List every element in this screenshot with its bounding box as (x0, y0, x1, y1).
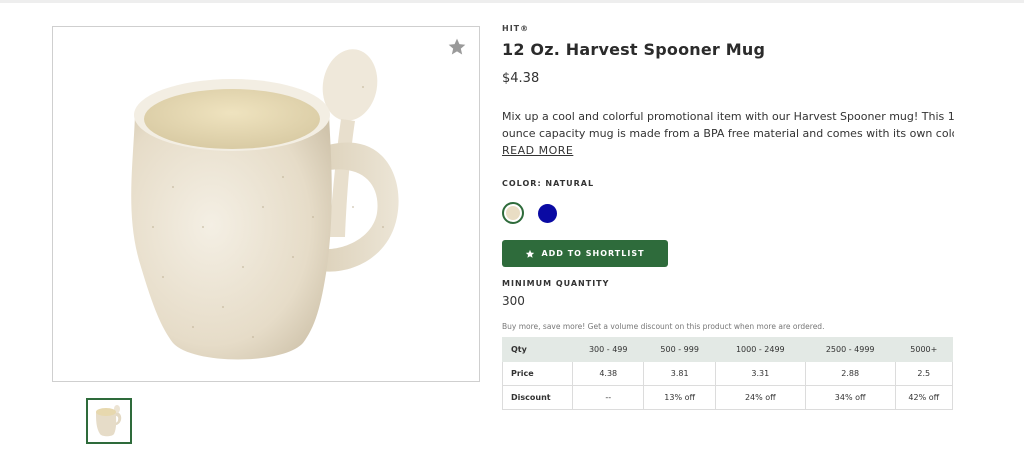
pricing-row-price: Price 4.38 3.81 3.31 2.88 2.5 (502, 361, 954, 386)
product-main-image[interactable] (52, 26, 480, 382)
pricing-row-discount: Discount -- 13% off 24% off 34% off 42% … (502, 385, 954, 410)
discount-cell: 13% off (643, 385, 716, 410)
top-divider (0, 0, 1024, 3)
pricing-row-qty: Qty 300 - 499 500 - 999 1000 - 2499 2500… (502, 337, 954, 362)
product-info-panel: HIT® 12 Oz. Harvest Spooner Mug $4.38 Mi… (502, 24, 954, 410)
price-cell: 3.81 (643, 361, 716, 386)
description-line: ounce capacity mug is made from a BPA fr… (502, 127, 954, 140)
color-label: COLOR: NATURAL (502, 179, 595, 188)
color-swatch-blue[interactable] (538, 204, 557, 223)
price-cell: 2.5 (894, 361, 954, 386)
discount-cell: 24% off (714, 385, 806, 410)
qty-cell: 2500 - 4999 (804, 337, 896, 362)
product-description: Mix up a cool and colorful promotional i… (502, 108, 954, 159)
pricing-row-header: Price (502, 361, 573, 386)
mug-illustration (131, 49, 399, 360)
discount-cell: -- (571, 385, 645, 410)
read-more-link[interactable]: READ MORE (502, 142, 573, 159)
volume-discount-note: Buy more, save more! Get a volume discou… (502, 322, 825, 331)
qty-cell: 1000 - 2499 (714, 337, 806, 362)
product-brand: HIT® (502, 24, 530, 33)
discount-cell: 42% off (894, 385, 954, 410)
star-icon (448, 38, 466, 55)
pricing-row-header: Qty (502, 337, 573, 362)
minimum-quantity-label: MINIMUM QUANTITY (502, 279, 610, 288)
add-to-shortlist-label: ADD TO SHORTLIST (541, 249, 645, 258)
description-line: Mix up a cool and colorful promotional i… (502, 110, 954, 123)
minimum-quantity-value: 300 (502, 294, 525, 308)
product-title: 12 Oz. Harvest Spooner Mug (502, 40, 766, 59)
pricing-row-header: Discount (502, 385, 573, 410)
discount-cell: 34% off (804, 385, 896, 410)
pricing-table: Qty 300 - 499 500 - 999 1000 - 2499 2500… (502, 337, 954, 410)
color-swatch-natural[interactable] (502, 202, 524, 224)
price-cell: 2.88 (804, 361, 896, 386)
product-thumbnail[interactable] (86, 398, 132, 444)
price-cell: 3.31 (714, 361, 806, 386)
qty-cell: 5000+ (894, 337, 954, 362)
price-cell: 4.38 (571, 361, 645, 386)
favorite-button[interactable] (447, 37, 467, 57)
qty-cell: 300 - 499 (571, 337, 645, 362)
add-to-shortlist-button[interactable]: ADD TO SHORTLIST (502, 240, 668, 267)
qty-cell: 500 - 999 (643, 337, 716, 362)
product-price: $4.38 (502, 71, 540, 86)
star-icon (526, 249, 535, 258)
color-swatches (502, 202, 954, 228)
mug-thumbnail-image (90, 402, 128, 440)
